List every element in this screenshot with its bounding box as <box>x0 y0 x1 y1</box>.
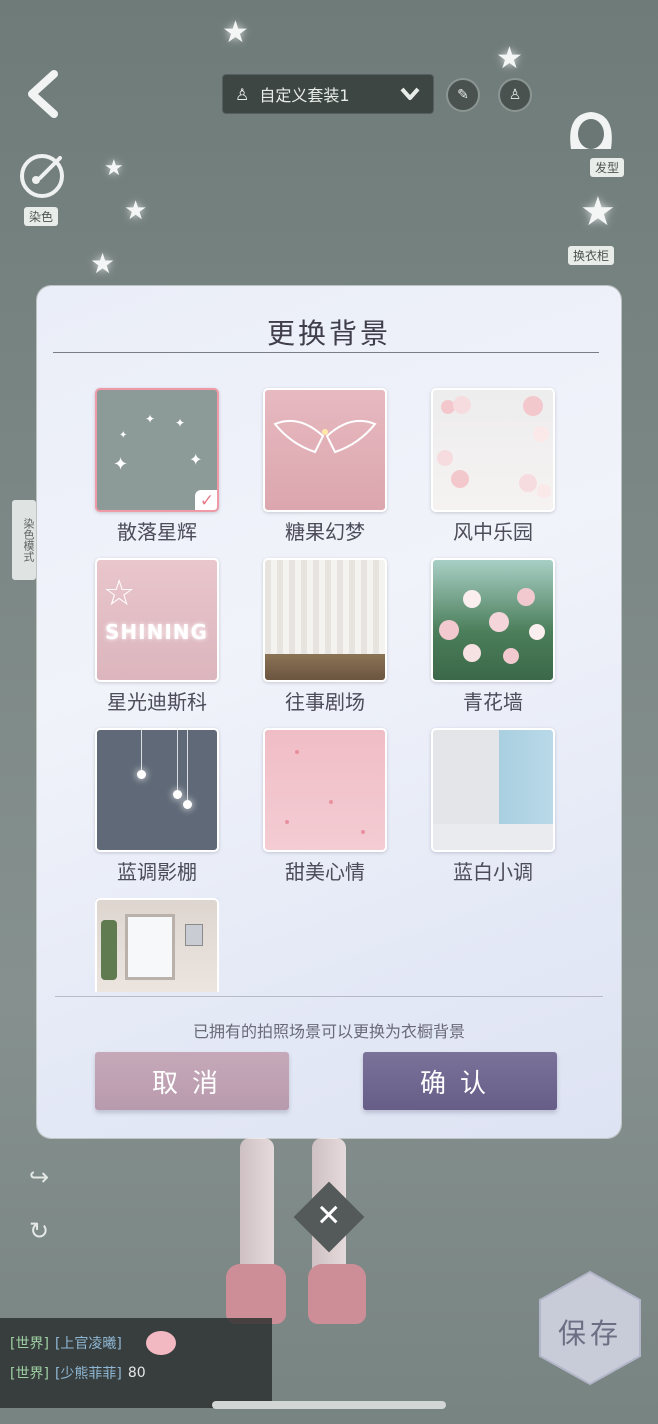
outfit-select[interactable]: ♙ 自定义套装1 <box>222 74 434 114</box>
background-label: 星光迪斯科 <box>107 690 207 714</box>
background-option[interactable]: 往事剧场 <box>263 558 387 715</box>
close-icon: ✕ <box>316 1198 342 1234</box>
star-decoration: ★ <box>90 247 116 280</box>
hairstyle-button[interactable]: 发型 <box>556 104 644 184</box>
background-thumbnail-candy <box>263 388 387 512</box>
background-thumbnail-balloons <box>431 388 555 512</box>
checkmark-icon: ✓ <box>195 490 217 510</box>
dialog-title: 更换背景 <box>266 317 391 350</box>
background-label: 蓝白小调 <box>453 860 533 884</box>
hand-icon: ✎ <box>457 87 469 103</box>
chat-sender: [上官凌曦] <box>54 1336 122 1352</box>
save-button[interactable]: 保存 <box>536 1268 644 1388</box>
chat-channel: [世界] <box>10 1336 49 1352</box>
background-thumbnail-studio <box>95 728 219 852</box>
background-label: 青花墙 <box>463 690 523 714</box>
wardrobe-button[interactable]: ★ 换衣柜 <box>556 192 644 272</box>
background-thumbnail-flower-wall <box>431 558 555 682</box>
star-decoration: ★ <box>496 41 523 76</box>
background-thumbnail-sweet <box>263 728 387 852</box>
reset-icon[interactable]: ↻ <box>22 1214 56 1248</box>
background-thumbnail-blue-white <box>431 728 555 852</box>
background-option[interactable]: 风中乐园 <box>431 388 555 545</box>
share-icon[interactable]: ↪ <box>22 1160 56 1194</box>
world-chat-panel[interactable]: [世界] [上官凌曦] [世界] [少熊菲菲] 80 <box>0 1318 272 1408</box>
star-icon: ★ <box>580 189 616 235</box>
dye-mode-tab[interactable]: 染色模式 <box>12 500 36 580</box>
dye-label: 染色 <box>24 207 59 226</box>
background-option[interactable]: ☆ SHINING 星光迪斯科 <box>95 558 219 715</box>
star-decoration: ★ <box>104 156 124 181</box>
hand-pose-button[interactable]: ✎ <box>446 78 480 112</box>
background-option[interactable] <box>95 898 219 992</box>
chat-message: 80 <box>127 1365 146 1381</box>
chat-line: [世界] [上官凌曦] <box>0 1328 272 1358</box>
potion-button[interactable]: ♙ <box>498 78 532 112</box>
background-thumbnail-room <box>95 898 219 992</box>
chevron-left-icon <box>28 70 58 118</box>
chat-line: [世界] [少熊菲菲] 80 <box>0 1358 272 1388</box>
background-label: 蓝调影棚 <box>117 860 197 884</box>
hairstyle-label: 发型 <box>590 158 625 177</box>
background-option[interactable]: ✦ ✦ ✦ ✦ ✦ ✓ 散落星辉 <box>95 388 219 545</box>
title-divider <box>53 352 599 353</box>
hint-text: 已拥有的拍照场景可以更换为衣橱背景 <box>192 1022 465 1041</box>
change-background-dialog: 更换背景 ✦ ✦ ✦ ✦ ✦ ✓ 散落星辉 糖果幻梦 风中乐园 ☆ SHININ… <box>37 286 621 1138</box>
hint-divider <box>55 996 603 997</box>
background-option[interactable]: 蓝白小调 <box>431 728 555 885</box>
star-decoration: ★ <box>124 196 148 226</box>
chat-channel: [世界] <box>10 1366 49 1382</box>
confirm-button[interactable]: 确认 <box>363 1052 557 1110</box>
chevron-down-icon <box>400 87 420 100</box>
background-option[interactable]: 糖果幻梦 <box>263 388 387 545</box>
background-label: 往事剧场 <box>285 690 365 714</box>
thumb-text: SHINING <box>105 620 208 644</box>
background-label: 糖果幻梦 <box>285 520 365 544</box>
background-option[interactable]: 甜美心情 <box>263 728 387 885</box>
palette-icon <box>20 154 64 198</box>
background-thumbnail-stars: ✦ ✦ ✦ ✦ ✦ ✓ <box>95 388 219 512</box>
outfit-select-label: 自定义套装1 <box>259 86 350 105</box>
home-indicator <box>212 1401 446 1409</box>
back-button[interactable] <box>18 64 70 124</box>
dye-button[interactable]: 染色 <box>16 150 74 234</box>
hair-icon <box>570 112 612 149</box>
background-thumbnail-theater <box>263 558 387 682</box>
background-option[interactable]: 蓝调影棚 <box>95 728 219 885</box>
star-decoration: ★ <box>222 15 249 50</box>
emoji-sticker-icon <box>145 1331 176 1355</box>
chat-sender: [少熊菲菲] <box>54 1366 122 1382</box>
background-label: 散落星辉 <box>117 520 197 544</box>
bottle-icon: ♙ <box>508 87 522 103</box>
background-label: 甜美心情 <box>285 860 365 884</box>
background-option[interactable]: 青花墙 <box>431 558 555 715</box>
background-thumbnail-disco: ☆ SHINING <box>95 558 219 682</box>
background-label: 风中乐园 <box>453 520 533 544</box>
wardrobe-label: 换衣柜 <box>568 246 615 265</box>
bottle-small-icon: ♙ <box>235 84 250 104</box>
cancel-button[interactable]: 取消 <box>95 1052 289 1110</box>
save-label: 保存 <box>557 1317 622 1350</box>
